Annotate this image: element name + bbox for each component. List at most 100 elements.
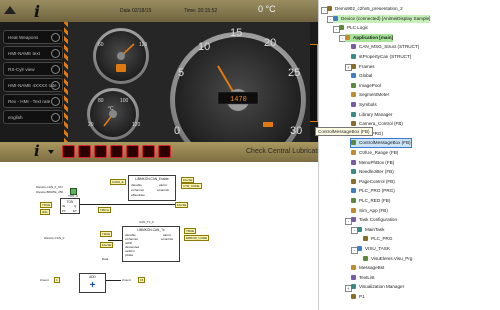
tree-item[interactable]: stPropertyCan (STRUCT) [351, 53, 411, 61]
nav-item-1[interactable]: Heat Weapons [3, 30, 63, 44]
main-gauge-tick: 10 [198, 41, 210, 53]
nav-item-3[interactable]: RS-Cylr view [3, 62, 63, 76]
fb-block-add[interactable]: ADD + [79, 273, 106, 293]
nav-item-5[interactable]: Rex - HMI - Text rate [3, 94, 63, 108]
input-tag[interactable]: CAN0_E [110, 179, 126, 185]
output-tag[interactable]: ERROR_CODE [184, 235, 210, 241]
warning-triangle-icon [4, 6, 16, 14]
tree-item[interactable]: CtrlUe_Range (FB) [351, 149, 398, 157]
output-tag[interactable]: T#0ms [98, 207, 112, 213]
tree-node-icon [351, 102, 356, 107]
tooltip: ControlMessageBox (FB) [315, 127, 373, 136]
nav-item-4[interactable]: HMI-NAME 4XXXX rate [3, 78, 63, 92]
tree-item[interactable]: Application [main] [345, 33, 394, 42]
input-tag[interactable]: TRUE [40, 202, 53, 208]
tree-item-label: PLC_RED (FB) [359, 198, 391, 203]
tree-item[interactable]: PLC_PRG [363, 235, 392, 243]
tree-node-icon [351, 198, 356, 203]
tree-item[interactable]: MainTask [357, 226, 384, 234]
output-tag[interactable]: CTR_CODE [181, 183, 202, 189]
small-gauge-tick: 80 [98, 98, 104, 104]
tree-item[interactable]: PLC_PRG (PRG) [351, 187, 395, 195]
tree-item[interactable]: Frames [351, 63, 375, 71]
tree-node-icon [363, 236, 368, 242]
nav-item-indicator-icon [51, 33, 60, 42]
main-gauge-tick: 0 [174, 125, 180, 137]
fb-block-can-enable[interactable]: LIBMKON.CAN_Enable xEnable eChannel eBau… [128, 175, 176, 201]
tree-node-icon [351, 294, 356, 299]
tree-item[interactable]: ControlMessageBox (FB) [350, 138, 412, 149]
warning-lamp-icon [110, 145, 123, 158]
input-tag[interactable]: TRUE [100, 231, 113, 237]
tree-item[interactable]: CAN_MSG_Struct (STRUCT) [351, 43, 419, 51]
tree-node-icon [351, 265, 356, 271]
warning-lamp-icon [158, 145, 171, 158]
tree-node-icon [351, 169, 356, 175]
tree-item[interactable]: Sim_App (FB) [351, 207, 388, 215]
tree-node-icon [351, 111, 356, 117]
tree-item[interactable]: SegmentMeter [351, 91, 389, 99]
tree-item[interactable]: MessageBst [351, 264, 384, 272]
tree-node-icon [351, 54, 356, 59]
input-tag[interactable]: t#1s [40, 209, 50, 215]
nav-item-label: Rex - HMI - Text rate [8, 99, 51, 104]
fb-block-can-tx[interactable]: LIBMKON.CAN_Tx xEnable eChannel udiID xE… [122, 226, 180, 262]
time-label: Time: 20:15:52 [184, 8, 218, 14]
nav-item-6[interactable]: english [3, 110, 63, 124]
tree-item-label: NeedleJitter (FB) [359, 169, 394, 175]
tree-node-icon [351, 92, 356, 98]
tree-item[interactable]: Visualization Manager [351, 283, 404, 291]
var-label: iCount [40, 278, 49, 282]
main-gauge-tick: 5 [178, 67, 184, 79]
tree-item[interactable]: Task Configuration [351, 216, 397, 224]
tree-item[interactable]: VisuElems.Visu_Prg [363, 255, 412, 263]
input-tag[interactable]: FALSE [100, 242, 114, 248]
output-tag[interactable]: 15 [138, 277, 146, 283]
tree-item-label: ImagePool [359, 82, 381, 88]
nav-item-indicator-icon [51, 113, 60, 122]
output-tag[interactable]: TRUE [184, 228, 197, 234]
tree-item[interactable]: MenuPhBox (FB) [351, 159, 394, 167]
tree-item[interactable]: NeedleJitter (FB) [351, 168, 394, 176]
tree-item[interactable]: VISU_TASK [357, 245, 390, 253]
gauges-panel: 60 120 80 100 20 120 °C 10 15 20 25 5 0 … [68, 22, 310, 142]
small-gauge-tick: 120 [132, 122, 141, 128]
tree-node-icon [357, 246, 362, 251]
nav-item-label: english [8, 115, 23, 120]
tree-item[interactable]: Library Manager [351, 111, 392, 119]
tree-item[interactable]: PageControl (FB) [351, 178, 395, 186]
status-message: Check Central Lubrication [246, 148, 327, 155]
tree-item-label: SegmentMeter [359, 92, 390, 98]
small-gauge-tick: 100 [120, 98, 129, 104]
output-tag[interactable]: FALSE [175, 202, 189, 208]
tree-item[interactable]: Symbols [351, 101, 377, 109]
tree-item-label: Task Configuration [359, 217, 398, 223]
dashboard-footer-bar: i Check Central Lubrication [0, 142, 327, 162]
oil-can-icon [116, 64, 126, 72]
nav-item-2[interactable]: HMI-NAME text [3, 46, 63, 60]
tree-item[interactable]: Demo902_c2hv5_presentation_2 [327, 5, 403, 13]
tree-item-label: Camera_Control (FB) [359, 121, 403, 127]
tree-item-label: PLC Logic [347, 25, 369, 31]
wire [80, 204, 175, 205]
tree-item-label: PLC_PRG [371, 236, 393, 242]
tree-node-icon [351, 217, 356, 223]
tree-item[interactable]: TextList [351, 274, 375, 282]
tree-item-label: Demo902_c2hv5_presentation_2 [335, 6, 403, 11]
tree-item[interactable]: PLC Logic [339, 24, 368, 32]
chevron-down-icon[interactable] [48, 150, 54, 154]
tree-item[interactable]: Device (connected) [AnimeiDisplay Sample… [333, 14, 431, 23]
side-slot-right[interactable] [309, 44, 318, 122]
contact-box[interactable] [70, 188, 77, 195]
tree-item[interactable]: P1 [351, 293, 365, 301]
warning-lamp-icon [62, 145, 75, 158]
block-title: ADD [89, 275, 96, 279]
tree-item[interactable]: PLC_RED (FB) [351, 197, 390, 205]
tree-item-label: Application [main] [353, 34, 394, 40]
fb-block-ton[interactable]: TON IN PT Q ET [60, 198, 80, 214]
input-tag[interactable]: 1 [54, 277, 60, 283]
tree-item[interactable]: ImagePool [351, 82, 381, 90]
var-label: iDevice.BRATE_250 [36, 190, 64, 194]
tree-item[interactable]: Global [351, 72, 372, 80]
machine-dashboard-visualization: i Date 02/18/15 Time: 20:15:52 0 °C Heat… [0, 0, 327, 162]
